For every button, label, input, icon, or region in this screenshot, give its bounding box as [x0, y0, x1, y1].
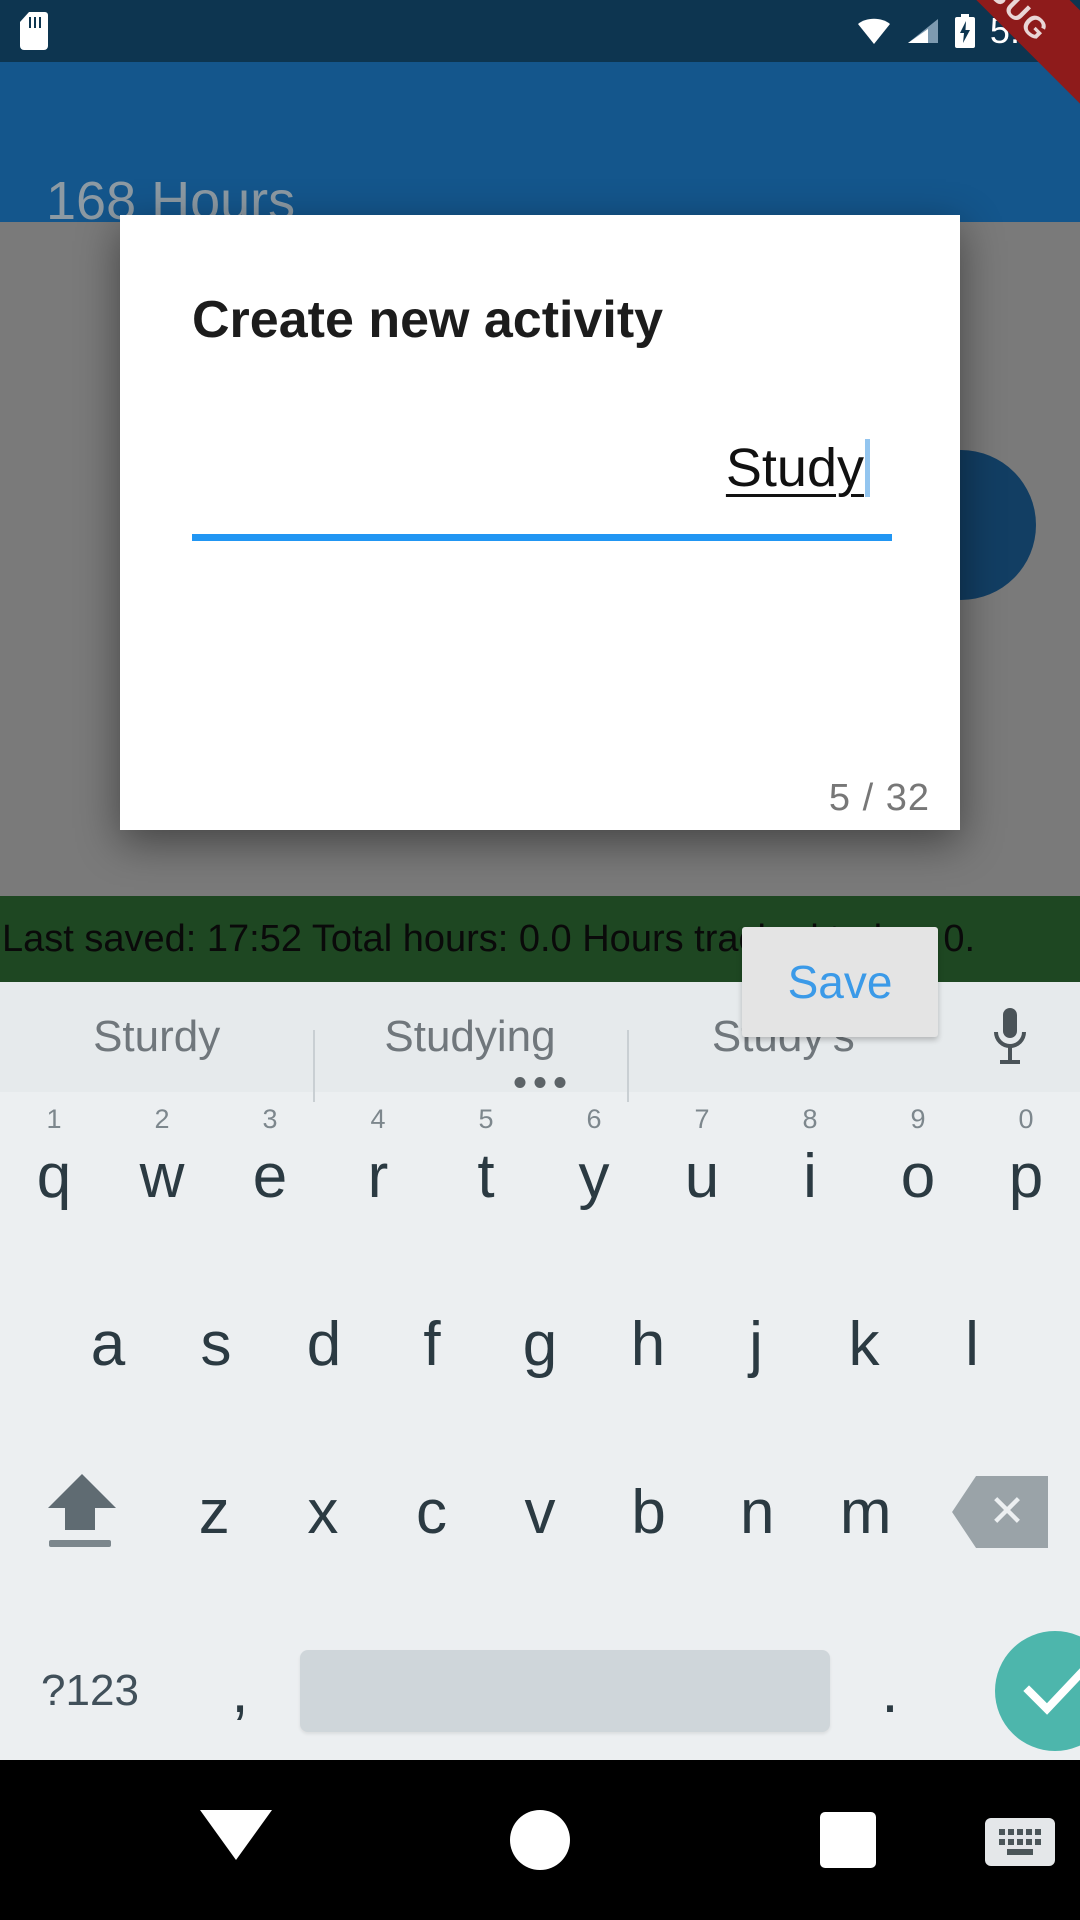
period-key[interactable]: .	[830, 1607, 950, 1775]
key-e-number: 3	[262, 1104, 278, 1134]
key-c[interactable]: c	[377, 1428, 486, 1596]
home-circle-icon[interactable]	[510, 1810, 570, 1870]
activity-name-input[interactable]: Study	[192, 420, 892, 516]
backspace-icon: ✕	[952, 1476, 1049, 1548]
key-o[interactable]: 9o	[864, 1092, 972, 1260]
status-bar-left	[20, 12, 48, 50]
key-i-label: i	[803, 1141, 817, 1211]
suggestion-expand-dots[interactable]	[514, 1077, 566, 1088]
space-key[interactable]	[300, 1607, 830, 1775]
key-w-label: w	[139, 1141, 185, 1211]
symbols-key[interactable]: ?123	[0, 1607, 180, 1775]
text-caret	[865, 439, 870, 497]
recents-square-icon[interactable]	[820, 1812, 876, 1868]
key-e-label: e	[252, 1141, 288, 1211]
back-triangle-icon[interactable]	[200, 1810, 272, 1860]
key-p-label: p	[1008, 1141, 1044, 1211]
key-v[interactable]: v	[486, 1428, 595, 1596]
battery-charging-icon	[954, 14, 975, 48]
cellular-signal-icon	[907, 19, 938, 43]
key-u-label: u	[684, 1141, 720, 1211]
key-i-number: 8	[802, 1104, 818, 1134]
keyboard-row-3: z x c v b n m ✕	[0, 1428, 1080, 1596]
key-h[interactable]: h	[594, 1260, 702, 1428]
key-p-number: 0	[1018, 1104, 1034, 1134]
key-s[interactable]: s	[162, 1260, 270, 1428]
key-z[interactable]: z	[160, 1428, 269, 1596]
key-r-number: 4	[370, 1104, 386, 1134]
key-t-number: 5	[478, 1104, 494, 1134]
key-f[interactable]: f	[378, 1260, 486, 1428]
key-r[interactable]: 4r	[324, 1092, 432, 1260]
keyboard-row-4: ?123 , .	[0, 1596, 1080, 1786]
key-q-label: q	[36, 1141, 72, 1211]
key-i[interactable]: 8i	[756, 1092, 864, 1260]
key-e[interactable]: 3e	[216, 1092, 324, 1260]
spacebar-surface	[300, 1650, 830, 1732]
key-g[interactable]: g	[486, 1260, 594, 1428]
key-q-number: 1	[46, 1104, 62, 1134]
enter-key-circle	[995, 1631, 1080, 1751]
key-q[interactable]: 1q	[0, 1092, 108, 1260]
key-y-label: y	[578, 1141, 610, 1211]
key-o-label: o	[900, 1141, 936, 1211]
checkmark-icon	[1023, 1668, 1080, 1715]
soft-keyboard: Sturdy Studying Study's 1q 2w 3e 4r 5t 6…	[0, 982, 1080, 1760]
keyboard-row-1: 1q 2w 3e 4r 5t 6y 7u 8i 9o 0p	[0, 1092, 1080, 1260]
key-p[interactable]: 0p	[972, 1092, 1080, 1260]
key-j[interactable]: j	[702, 1260, 810, 1428]
key-n[interactable]: n	[703, 1428, 812, 1596]
character-counter: 5 / 32	[828, 777, 930, 819]
save-button[interactable]: Save	[742, 927, 938, 1037]
shift-arrow-icon	[48, 1474, 116, 1550]
key-l[interactable]: l	[918, 1260, 1026, 1428]
key-b[interactable]: b	[594, 1428, 703, 1596]
enter-key[interactable]	[950, 1607, 1080, 1775]
activity-name-value: Study	[725, 438, 864, 498]
wifi-icon	[857, 18, 890, 44]
app-bar: 168 Hours	[0, 62, 1080, 228]
activity-name-field-wrap: Study	[192, 420, 892, 541]
key-u-number: 7	[694, 1104, 710, 1134]
backspace-key[interactable]: ✕	[920, 1428, 1080, 1596]
microphone-icon	[993, 1008, 1026, 1064]
key-y[interactable]: 6y	[540, 1092, 648, 1260]
key-u[interactable]: 7u	[648, 1092, 756, 1260]
system-navigation-bar	[0, 1760, 1080, 1920]
voice-input-button[interactable]	[940, 1006, 1080, 1068]
shift-key[interactable]	[0, 1428, 160, 1596]
key-r-label: r	[367, 1141, 389, 1211]
key-w-number: 2	[154, 1104, 170, 1134]
android-screen: 168 Hours Last saved: 17:52 Total hours:…	[0, 0, 1080, 1920]
comma-key[interactable]: ,	[180, 1607, 300, 1775]
key-y-number: 6	[586, 1104, 602, 1134]
create-activity-dialog: Create new activity Study 5 / 32 Save	[120, 215, 960, 1037]
key-m[interactable]: m	[811, 1428, 920, 1596]
key-a[interactable]: a	[54, 1260, 162, 1428]
keyboard-row-2: a s d f g h j k l	[0, 1260, 1080, 1428]
key-o-number: 9	[910, 1104, 926, 1134]
keyboard-toggle-icon[interactable]	[985, 1818, 1055, 1866]
save-button-label: Save	[787, 956, 893, 1008]
sd-card-icon	[20, 12, 48, 50]
suggestion-item-0[interactable]: Sturdy	[0, 1012, 313, 1062]
input-underline	[192, 534, 892, 541]
key-w[interactable]: 2w	[108, 1092, 216, 1260]
key-x[interactable]: x	[269, 1428, 378, 1596]
key-k[interactable]: k	[810, 1260, 918, 1428]
suggestion-item-1[interactable]: Studying	[313, 1012, 626, 1102]
system-status-bar: 5:54	[0, 0, 1080, 62]
key-d[interactable]: d	[270, 1260, 378, 1428]
key-t-label: t	[477, 1141, 495, 1211]
key-t[interactable]: 5t	[432, 1092, 540, 1260]
dialog-title: Create new activity	[192, 291, 664, 349]
